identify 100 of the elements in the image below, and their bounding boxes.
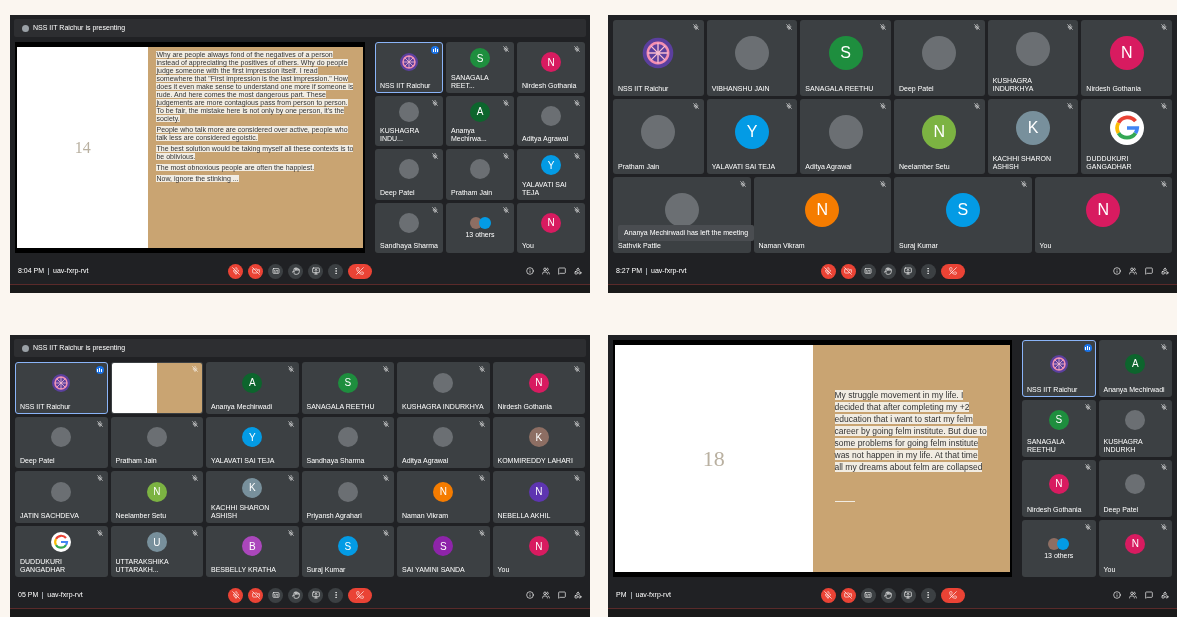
people-icon[interactable] xyxy=(542,591,550,599)
raise-hand-button[interactable] xyxy=(288,263,303,279)
captions-icon xyxy=(271,591,280,599)
avatar-initial: S xyxy=(433,536,454,557)
avatar-initial: A xyxy=(242,372,263,393)
avatar-initial: S xyxy=(945,193,980,228)
multicolor-ring-icon xyxy=(1109,110,1144,145)
activities-icon[interactable] xyxy=(1161,591,1169,599)
slide-number: 14 xyxy=(74,137,91,158)
wheel-emblem-icon xyxy=(399,52,419,73)
profile-photo-placeholder xyxy=(399,159,419,180)
captions-button[interactable] xyxy=(860,263,876,279)
profile-photo-placeholder xyxy=(541,105,561,126)
more-options-button[interactable] xyxy=(920,587,936,603)
people-icon[interactable] xyxy=(542,267,550,275)
present-screen-button[interactable] xyxy=(900,263,916,279)
profile-photo-placeholder xyxy=(337,427,358,448)
captions-icon xyxy=(864,591,872,599)
camera-off-icon xyxy=(844,591,852,599)
captions-button[interactable] xyxy=(860,587,876,603)
people-icon[interactable] xyxy=(1129,591,1137,599)
avatar-initial: S xyxy=(337,536,358,557)
activities-icon[interactable] xyxy=(574,267,582,275)
info-icon[interactable] xyxy=(526,591,534,599)
profile-photo-placeholder xyxy=(399,101,419,122)
slide-thumbnail[interactable] xyxy=(110,362,203,414)
camera-button[interactable] xyxy=(248,263,263,279)
info-icon[interactable] xyxy=(1113,591,1121,599)
profile-photo-placeholder xyxy=(1125,473,1146,494)
avatar-initial: N xyxy=(1125,533,1146,554)
captions-icon xyxy=(864,267,872,275)
microphone-button[interactable] xyxy=(820,263,836,279)
slide-number: 18 xyxy=(702,445,725,473)
info-icon[interactable] xyxy=(526,267,534,275)
avatar-stack-icon xyxy=(1048,537,1070,550)
avatar-initial: Y xyxy=(735,114,769,149)
present-screen-icon xyxy=(904,267,912,275)
slide-dash xyxy=(834,501,855,502)
present-screen-icon xyxy=(311,591,320,599)
profile-photo-placeholder xyxy=(922,35,957,70)
avatar-initial: N xyxy=(1086,193,1121,228)
avatar-initial: A xyxy=(1125,353,1146,374)
raise-hand-button[interactable] xyxy=(880,263,896,279)
chat-icon[interactable] xyxy=(558,591,566,599)
phone-hangup-icon xyxy=(356,267,364,275)
profile-photo-placeholder xyxy=(337,481,358,502)
presenter-avatar-icon xyxy=(22,344,29,352)
chat-icon[interactable] xyxy=(1145,591,1153,599)
microphone-button[interactable] xyxy=(228,587,243,603)
avatar-stack-icon xyxy=(469,216,491,229)
avatar-initial: S xyxy=(1048,409,1069,430)
avatar-initial: A xyxy=(470,101,490,122)
wheel-emblem-icon xyxy=(641,35,676,70)
multicolor-ring-icon xyxy=(51,532,72,553)
end-call-button[interactable] xyxy=(940,587,965,603)
avatar-initial: K xyxy=(528,427,549,448)
avatar-initial: N xyxy=(528,481,549,502)
chat-icon[interactable] xyxy=(1145,267,1153,275)
presenter-avatar-icon xyxy=(22,24,29,32)
more-options-button[interactable] xyxy=(920,263,936,279)
mic-off-icon xyxy=(824,591,832,599)
camera-off-icon xyxy=(251,591,260,599)
present-screen-button[interactable] xyxy=(900,587,916,603)
captions-button[interactable] xyxy=(268,263,283,279)
avatar-initial: N xyxy=(922,114,957,149)
present-screen-button[interactable] xyxy=(308,587,323,603)
chat-icon[interactable] xyxy=(558,267,566,275)
more-icon xyxy=(924,591,932,599)
activities-icon[interactable] xyxy=(574,591,582,599)
avatar-initial: Y xyxy=(541,155,561,176)
profile-photo-placeholder xyxy=(735,35,769,70)
phone-hangup-icon xyxy=(948,591,957,599)
microphone-button[interactable] xyxy=(228,263,243,279)
info-icon[interactable] xyxy=(1113,267,1121,275)
profile-photo-placeholder xyxy=(470,159,490,180)
present-screen-button[interactable] xyxy=(308,263,323,279)
more-icon xyxy=(924,267,932,275)
avatar-initial: K xyxy=(242,477,263,498)
more-options-button[interactable] xyxy=(328,263,343,279)
profile-photo-placeholder xyxy=(641,114,676,149)
captions-button[interactable] xyxy=(268,587,283,603)
camera-off-icon xyxy=(251,267,260,275)
avatar-initial: N xyxy=(1109,35,1144,70)
activities-icon[interactable] xyxy=(1161,267,1169,275)
raise-hand-button[interactable] xyxy=(288,587,303,603)
present-screen-icon xyxy=(904,591,912,599)
end-call-button[interactable] xyxy=(940,263,965,279)
microphone-button[interactable] xyxy=(820,587,836,603)
end-call-button[interactable] xyxy=(348,587,372,603)
more-options-button[interactable] xyxy=(328,587,343,603)
avatar-initial: B xyxy=(242,536,263,557)
avatar-initial: N xyxy=(528,536,549,557)
raise-hand-button[interactable] xyxy=(880,587,896,603)
camera-button[interactable] xyxy=(840,587,856,603)
people-icon[interactable] xyxy=(1129,267,1137,275)
camera-button[interactable] xyxy=(248,587,263,603)
camera-button[interactable] xyxy=(840,263,856,279)
end-call-button[interactable] xyxy=(348,263,372,279)
profile-photo-placeholder xyxy=(146,427,167,448)
mic-off-icon xyxy=(231,267,240,275)
